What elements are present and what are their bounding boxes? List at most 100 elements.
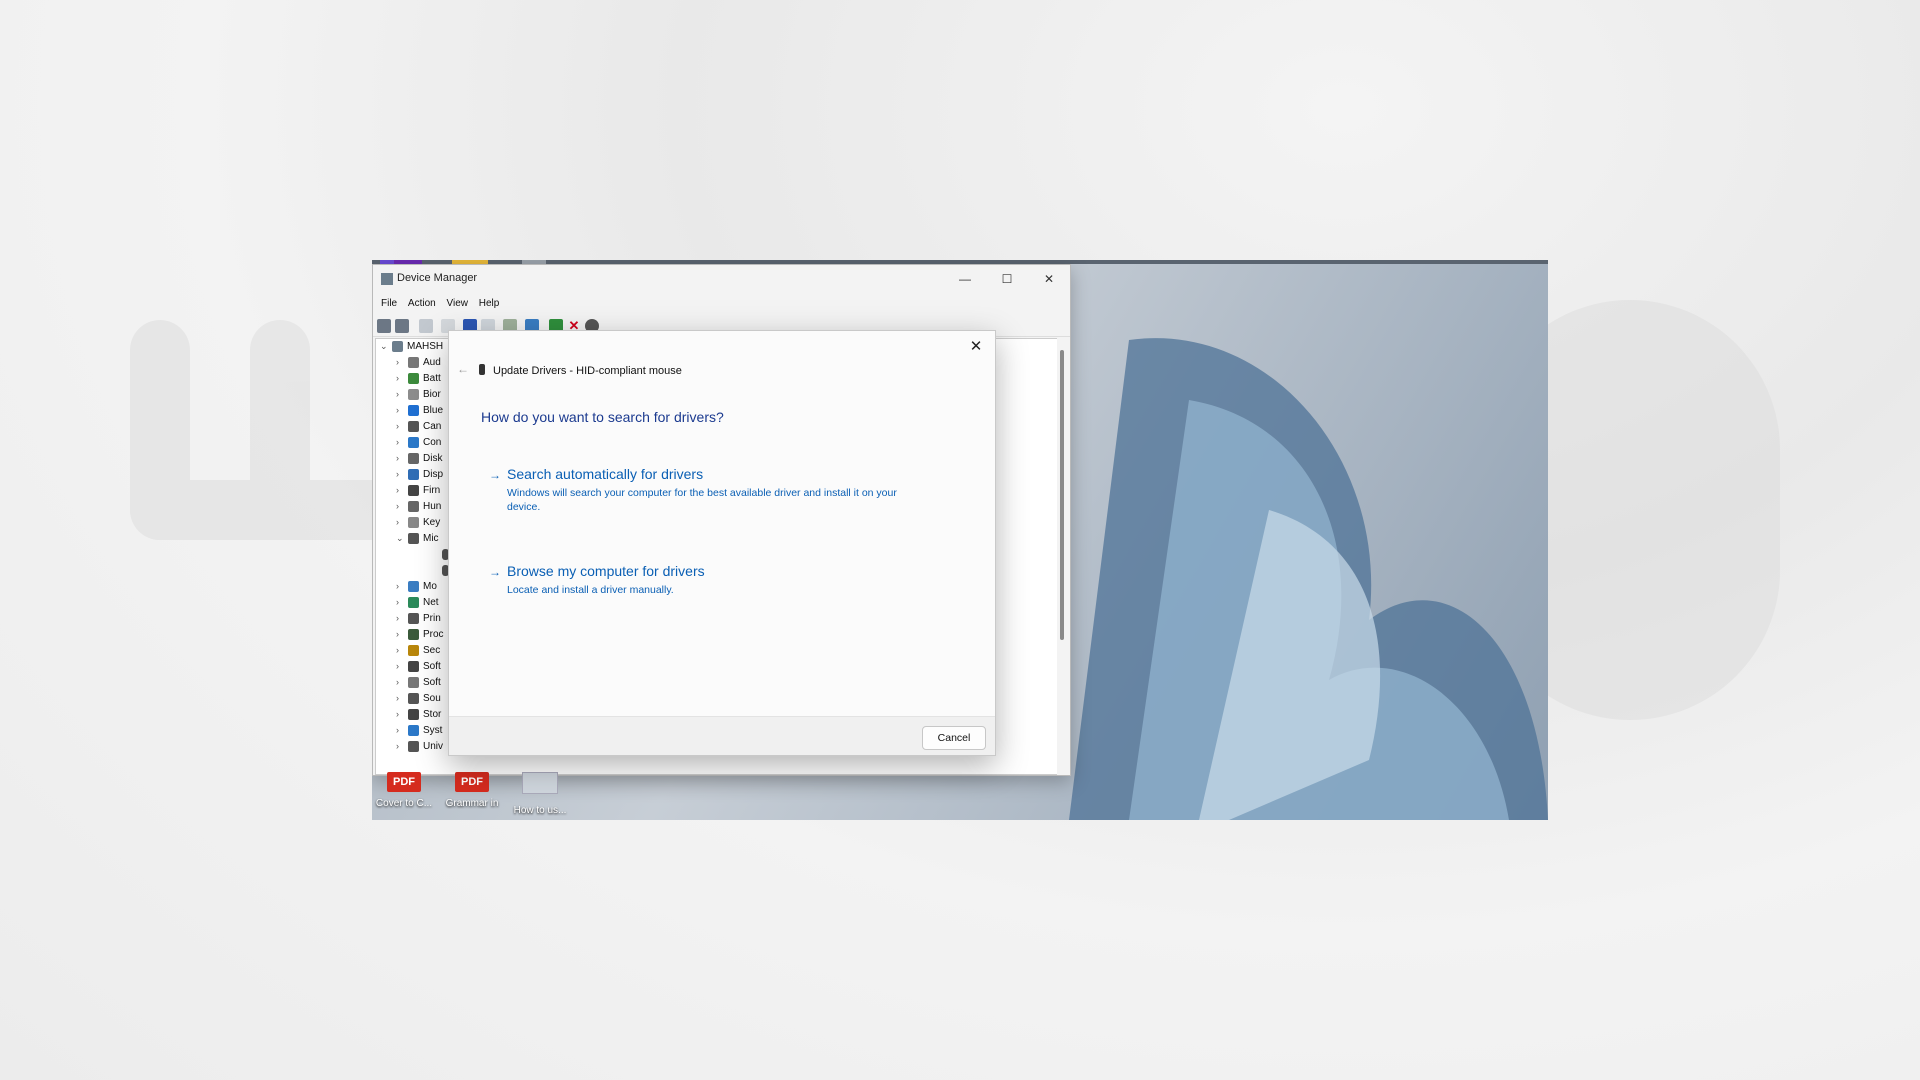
chevron-right-icon[interactable]: ›	[396, 453, 408, 463]
chevron-right-icon[interactable]: ›	[396, 725, 408, 735]
device-category-icon	[408, 437, 419, 448]
chevron-right-icon[interactable]: ›	[396, 421, 408, 431]
browse-computer-option[interactable]: → Browse my computer for drivers Locate a…	[489, 563, 929, 597]
device-category-icon	[408, 709, 419, 720]
menu-help[interactable]: Help	[479, 298, 500, 309]
chevron-right-icon[interactable]: ›	[396, 517, 408, 527]
chevron-right-icon[interactable]: ›	[396, 709, 408, 719]
dialog-header-text: Update Drivers - HID-compliant mouse	[493, 365, 682, 377]
tree-item[interactable]: › Soft	[396, 677, 441, 693]
tree-item-label: Soft	[423, 677, 441, 689]
tree-item[interactable]: › Syst	[396, 725, 442, 741]
dialog-question: How do you want to search for drivers?	[481, 409, 724, 425]
chevron-right-icon[interactable]: ›	[396, 389, 408, 399]
desktop-icon-pdf-1[interactable]: PDF Cover to C...	[372, 772, 436, 820]
chevron-right-icon[interactable]: ›	[396, 469, 408, 479]
tree-item[interactable]: › Sec	[396, 645, 440, 661]
tree-item-label: Key	[423, 517, 441, 529]
tree-item-label: Prin	[423, 613, 441, 625]
chevron-right-icon[interactable]: ›	[396, 661, 408, 671]
device-category-icon	[408, 533, 419, 544]
tree-item[interactable]: › Proc	[396, 629, 444, 645]
window-title: Device Manager	[397, 272, 478, 284]
tree-item[interactable]: › Firn	[396, 485, 440, 501]
chevron-right-icon[interactable]: ›	[396, 693, 408, 703]
menu-view[interactable]: View	[446, 298, 468, 309]
device-category-icon	[408, 485, 419, 496]
tree-item[interactable]: › Aud	[396, 357, 441, 373]
show-hide-console-tree-icon[interactable]	[419, 319, 433, 333]
tree-item[interactable]: › Mo	[396, 581, 437, 597]
tree-item[interactable]: › Hun	[396, 501, 441, 517]
tree-item[interactable]: › Prin	[396, 613, 441, 629]
tree-item-label: Disk	[423, 453, 443, 465]
tree-root[interactable]: ⌄ MAHSH	[380, 341, 443, 357]
chevron-right-icon[interactable]: ›	[396, 677, 408, 687]
tree-item[interactable]: › Disk	[396, 453, 442, 469]
menu-file[interactable]: File	[381, 298, 397, 309]
device-category-icon	[408, 629, 419, 640]
computer-icon	[392, 341, 403, 352]
tree-item[interactable]: › Blue	[396, 405, 443, 421]
tree-item[interactable]: › Batt	[396, 373, 441, 389]
tree-item[interactable]: ⌄ Mic	[396, 533, 439, 549]
tree-item-label: Can	[423, 421, 442, 433]
chevron-right-icon[interactable]: ›	[396, 597, 408, 607]
tree-item[interactable]: › Con	[396, 437, 441, 453]
forward-arrow-icon[interactable]	[395, 319, 409, 333]
chevron-right-icon[interactable]: ›	[396, 629, 408, 639]
wallpaper-bloom	[1069, 338, 1548, 820]
tree-item-label: Net	[423, 597, 439, 609]
tree-item[interactable]: › Key	[396, 517, 440, 533]
tree-item-label: Firn	[423, 485, 441, 497]
option-description: Locate and install a driver manually.	[507, 584, 674, 596]
dialog-header: Update Drivers - HID-compliant mouse	[479, 364, 682, 377]
chevron-right-icon[interactable]: ›	[396, 741, 408, 751]
chevron-right-icon[interactable]: ›	[396, 501, 408, 511]
chevron-down-icon[interactable]: ⌄	[396, 533, 408, 544]
chevron-right-icon[interactable]: ›	[396, 357, 408, 367]
option-title[interactable]: Browse my computer for drivers	[507, 563, 705, 579]
minimize-button[interactable]: —	[944, 265, 986, 293]
tree-item[interactable]: › Soft	[396, 661, 441, 677]
maximize-button[interactable]: ☐	[986, 265, 1028, 293]
chevron-right-icon[interactable]: ›	[396, 373, 408, 383]
chevron-right-icon[interactable]: ›	[396, 613, 408, 623]
tree-item[interactable]: › Disp	[396, 469, 443, 485]
chevron-right-icon[interactable]: ›	[396, 485, 408, 495]
scrollbar[interactable]	[1057, 338, 1067, 775]
device-category-icon	[408, 597, 419, 608]
pdf-icon: PDF	[387, 772, 421, 792]
tree-item-label: Sou	[423, 693, 441, 705]
tree-item-label: Univ	[423, 741, 444, 753]
option-title[interactable]: Search automatically for drivers	[507, 466, 703, 482]
tree-item-label: Bior	[423, 389, 441, 401]
tree-item[interactable]: › Univ	[396, 741, 443, 757]
close-button[interactable]: ✕	[1028, 265, 1070, 293]
desktop-icons: PDF Cover to C... PDF Grammar in How to …	[372, 768, 592, 820]
scroll-thumb[interactable]	[1060, 350, 1064, 640]
tree-item[interactable]: › Stor	[396, 709, 441, 725]
tree-item[interactable]: › Sou	[396, 693, 441, 709]
tree-item[interactable]: › Can	[396, 421, 441, 437]
back-arrow-icon[interactable]	[377, 319, 391, 333]
chevron-right-icon[interactable]: ›	[396, 405, 408, 415]
tree-item[interactable]: › Net	[396, 597, 439, 613]
chevron-right-icon[interactable]: ›	[396, 437, 408, 447]
dialog-close-button[interactable]: ✕	[963, 335, 989, 359]
chevron-right-icon[interactable]: ›	[396, 581, 408, 591]
menu-action[interactable]: Action	[408, 298, 436, 309]
tree-item[interactable]: › Bior	[396, 389, 441, 405]
file-thumbnail-icon	[522, 772, 558, 794]
desktop-icon-file-3[interactable]: How to us...	[508, 772, 572, 820]
chevron-right-icon[interactable]: ›	[396, 645, 408, 655]
tree-item-label: Con	[423, 437, 442, 449]
tree-root-label: MAHSH	[407, 341, 444, 353]
device-category-icon	[408, 613, 419, 624]
cancel-button[interactable]: Cancel	[922, 726, 986, 750]
search-automatically-option[interactable]: → Search automatically for drivers Window…	[489, 466, 929, 514]
option-description: Windows will search your computer for th…	[507, 487, 897, 513]
back-arrow-icon[interactable]: ←	[453, 359, 473, 379]
tree-item-label: Mo	[423, 581, 437, 593]
desktop-icon-pdf-2[interactable]: PDF Grammar in	[440, 772, 504, 820]
